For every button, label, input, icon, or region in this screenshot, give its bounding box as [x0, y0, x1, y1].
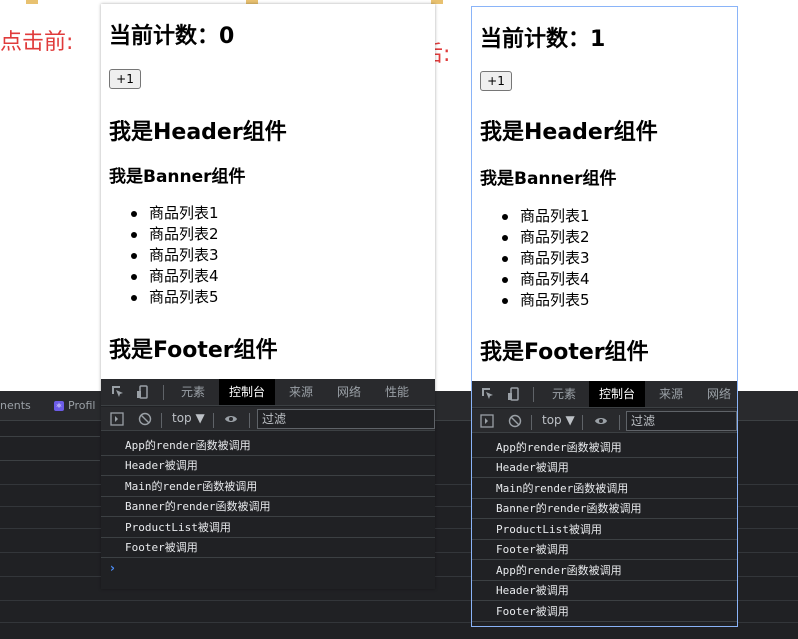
before-panel: 当前计数：0 +1 我是Header组件 我是Banner组件 商品列表1 商品… [101, 4, 435, 589]
toolbar-separator [531, 415, 532, 430]
tab-sources[interactable]: 来源 [649, 381, 693, 407]
sidebar-toggle-icon[interactable] [480, 414, 494, 428]
background-tab-components[interactable]: nents [0, 399, 31, 412]
console-toolbar: top ▼ 过滤 [101, 407, 435, 431]
background-tab-profiler-label: Profil [68, 399, 96, 412]
footer-component-title: 我是Footer组件 [480, 340, 649, 365]
list-item: 商品列表2 [502, 228, 590, 246]
list-item: 商品列表3 [131, 246, 219, 264]
list-item: 商品列表3 [502, 249, 590, 267]
eye-icon[interactable] [594, 414, 608, 428]
tab-elements[interactable]: 元素 [171, 379, 215, 405]
header-component-title: 我是Header组件 [109, 120, 287, 145]
list-item: 商品列表4 [502, 270, 590, 288]
devtools-tabbar: 元素 控制台 来源 网络 [472, 381, 737, 408]
console-log-row: Banner的render函数被调用 [101, 497, 435, 517]
toolbar-separator [161, 413, 162, 428]
inspect-icon[interactable] [111, 385, 125, 399]
devtools-panel: 元素 控制台 来源 网络 性能 top ▼ 过滤 App的render函数被调用… [101, 379, 435, 589]
toolbar-separator [533, 387, 534, 402]
increment-button[interactable]: +1 [109, 69, 141, 89]
react-icon: ⚛ [54, 401, 64, 411]
top-nub [26, 0, 38, 4]
toolbar-separator [582, 415, 583, 430]
list-item: 商品列表4 [131, 267, 219, 285]
count-title: 当前计数：0 [109, 24, 235, 49]
list-item: 商品列表1 [502, 207, 590, 225]
list-item: 商品列表1 [131, 204, 219, 222]
rendered-page: 当前计数：1 +1 我是Header组件 我是Banner组件 商品列表1 商品… [472, 7, 737, 382]
toolbar-separator [163, 385, 164, 400]
console-prompt[interactable]: › [110, 561, 115, 575]
inspect-icon[interactable] [481, 387, 495, 401]
list-item: 商品列表2 [131, 225, 219, 243]
clear-console-icon[interactable] [138, 412, 152, 426]
rendered-page: 当前计数：0 +1 我是Header组件 我是Banner组件 商品列表1 商品… [101, 4, 435, 379]
console-log-row: ProductList被调用 [101, 518, 435, 538]
increment-button[interactable]: +1 [480, 71, 512, 91]
product-list: 商品列表1 商品列表2 商品列表3 商品列表4 商品列表5 [502, 206, 590, 311]
console-log-row: Banner的render函数被调用 [472, 499, 737, 519]
toolbar-separator [249, 413, 250, 428]
toolbar-separator [213, 413, 214, 428]
tab-elements[interactable]: 元素 [542, 381, 586, 407]
eye-icon[interactable] [224, 412, 238, 426]
context-selector[interactable]: top ▼ [542, 413, 575, 427]
console-log-row: App的render函数被调用 [472, 438, 737, 458]
list-item: 商品列表5 [131, 288, 219, 306]
tab-console[interactable]: 控制台 [219, 379, 276, 405]
after-panel: 当前计数：1 +1 我是Header组件 我是Banner组件 商品列表1 商品… [471, 6, 738, 627]
console-log-row: App的render函数被调用 [472, 561, 737, 581]
devtools-panel: 元素 控制台 来源 网络 top ▼ 过滤 App的render函数被调用 He… [472, 381, 737, 626]
console-log-row: Main的render函数被调用 [101, 477, 435, 497]
tab-network[interactable]: 网络 [327, 379, 371, 405]
banner-component-title: 我是Banner组件 [109, 167, 246, 187]
tab-network[interactable]: 网络 [697, 381, 737, 407]
header-component-title: 我是Header组件 [480, 120, 658, 145]
console-log-row: App的render函数被调用 [101, 436, 435, 456]
device-toolbar-icon[interactable] [507, 387, 521, 401]
console-log-row: Header被调用 [472, 458, 737, 478]
footer-component-title: 我是Footer组件 [109, 338, 278, 363]
devtools-tabbar: 元素 控制台 来源 网络 性能 [101, 379, 435, 406]
filter-input[interactable]: 过滤 [257, 409, 435, 429]
context-selector[interactable]: top ▼ [172, 411, 205, 425]
count-title: 当前计数：1 [480, 27, 606, 52]
background-divider [0, 436, 100, 437]
tab-console[interactable]: 控制台 [589, 381, 646, 407]
product-list: 商品列表1 商品列表2 商品列表3 商品列表4 商品列表5 [131, 203, 219, 308]
clear-console-icon[interactable] [508, 414, 522, 428]
toolbar-separator [619, 415, 620, 430]
tab-performance[interactable]: 性能 [375, 379, 419, 405]
console-log-row: Main的render函数被调用 [472, 479, 737, 499]
filter-input[interactable]: 过滤 [626, 411, 737, 431]
console-log-row: Footer被调用 [472, 540, 737, 560]
console-log-row: ProductList被调用 [472, 520, 737, 540]
list-item: 商品列表5 [502, 291, 590, 309]
background-tab-profiler[interactable]: ⚛ Profil [54, 399, 95, 412]
console-log-row: Footer被调用 [101, 538, 435, 558]
console-log-row: Header被调用 [472, 581, 737, 601]
console-log-row: Footer被调用 [472, 602, 737, 622]
before-annotation: 点击前: [0, 30, 74, 55]
tab-sources[interactable]: 来源 [279, 379, 323, 405]
sidebar-toggle-icon[interactable] [110, 412, 124, 426]
device-toolbar-icon[interactable] [136, 385, 150, 399]
console-toolbar: top ▼ 过滤 [472, 409, 737, 433]
console-log-row: Header被调用 [101, 456, 435, 476]
banner-component-title: 我是Banner组件 [480, 169, 617, 189]
background-divider [0, 460, 100, 461]
